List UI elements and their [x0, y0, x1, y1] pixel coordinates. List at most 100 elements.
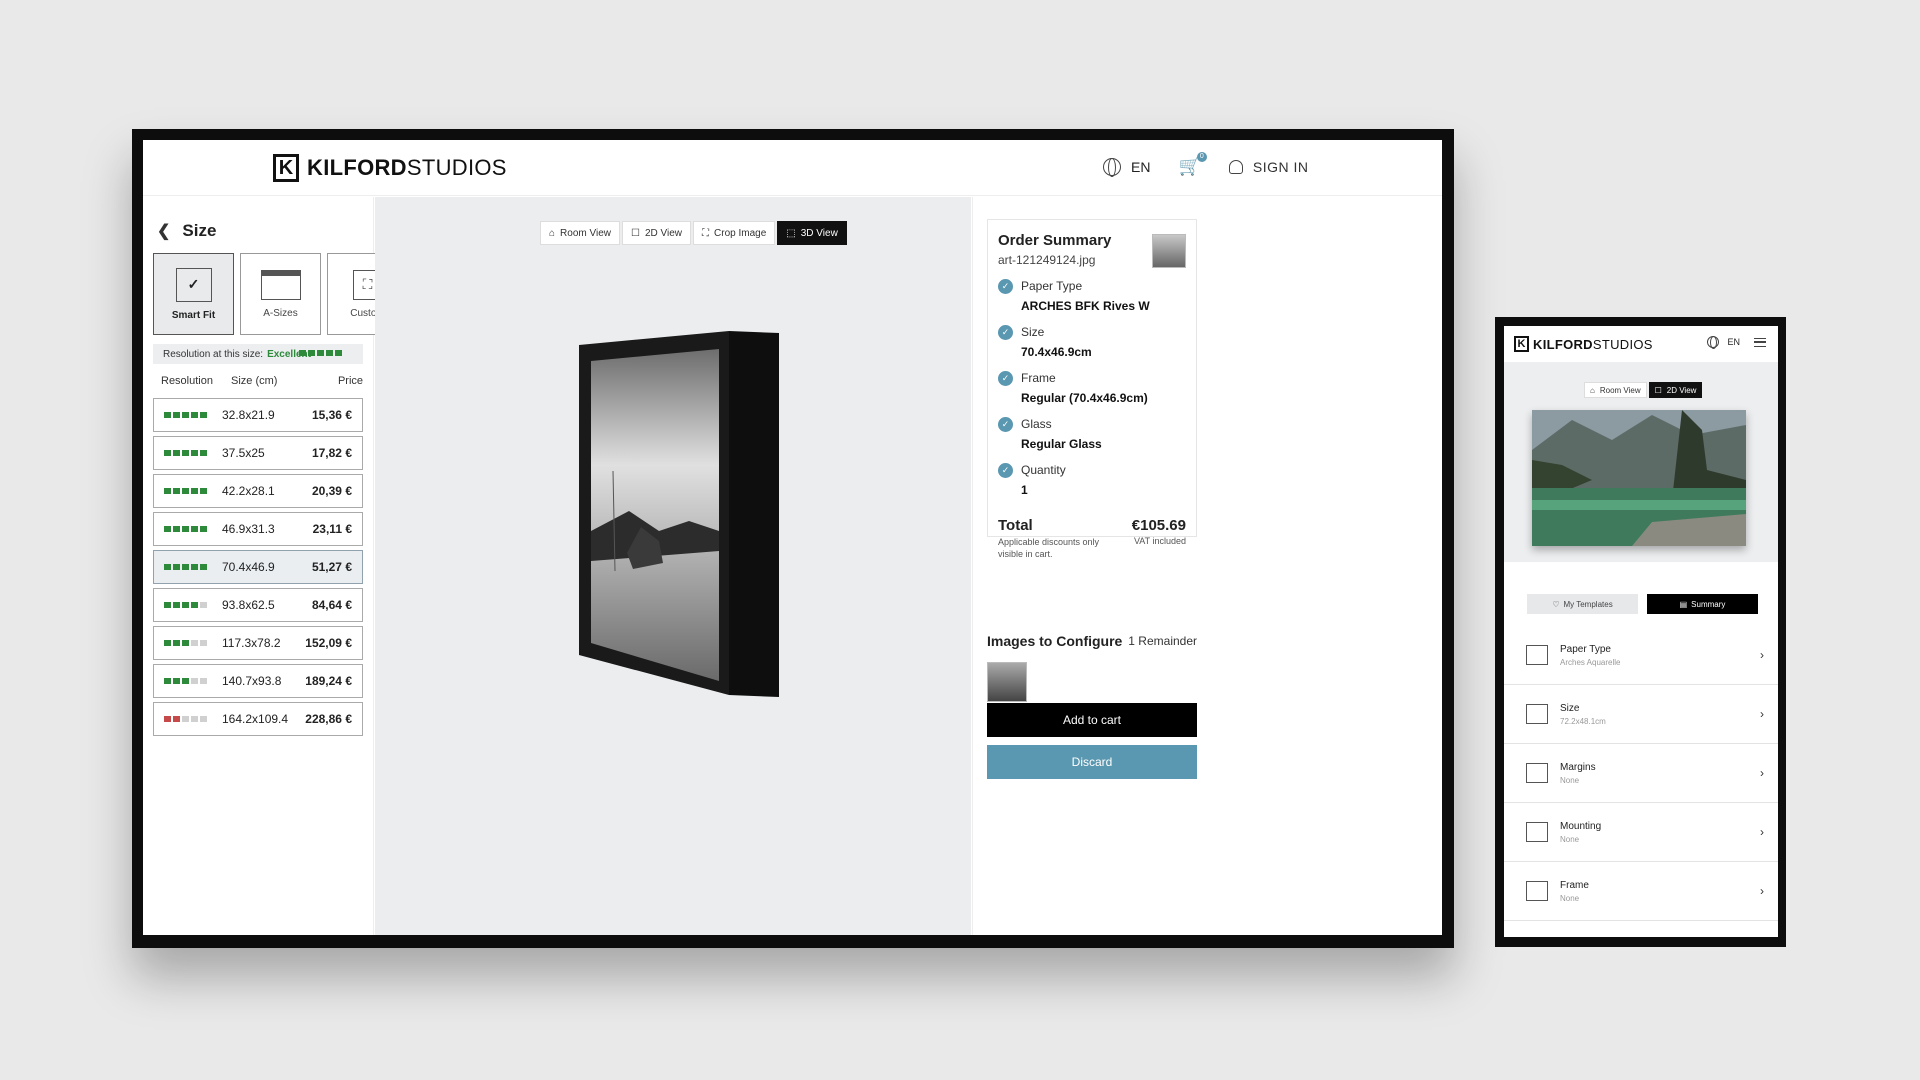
option-icon — [1526, 645, 1548, 665]
size-row[interactable]: 46.9x31.3 23,11 € — [153, 512, 363, 546]
discard-button[interactable]: Discard — [987, 745, 1197, 779]
row-size: 140.7x93.8 — [222, 674, 282, 688]
mode-label: Smart Fit — [171, 309, 216, 321]
size-row[interactable]: 93.8x62.5 84,64 € — [153, 588, 363, 622]
quality-bars — [164, 564, 218, 570]
option-subtitle: Arches Aquarelle — [1560, 657, 1621, 667]
row-price: 84,64 € — [311, 598, 352, 612]
globe-icon[interactable] — [1707, 336, 1720, 349]
row-size: 117.3x78.2 — [222, 636, 281, 650]
row-price: 152,09 € — [305, 636, 352, 650]
tab-room-view[interactable]: ⌂ Room View — [540, 221, 620, 245]
item-label: Glass — [1021, 417, 1052, 431]
total-row: Total €105.69 — [998, 517, 1186, 534]
mode-smart-fit[interactable]: ✓ Smart Fit — [153, 253, 234, 335]
summary-item: ✓ Quantity 1 — [998, 463, 1186, 497]
vat-note: VAT included — [1133, 536, 1186, 546]
view-tabs: ⌂ Room View ☐ 2D View ⛶ Crop Image ⬚ 3D View — [540, 221, 849, 245]
logo-text: KILFORDSTUDIOS — [1533, 336, 1653, 352]
item-label: Paper Type — [1021, 279, 1083, 293]
chevron-right-icon: › — [1760, 884, 1764, 898]
row-size: 42.2x28.1 — [222, 484, 275, 498]
header: K KILFORDSTUDIOS EN 🛒 0 SIGN IN — [143, 140, 1442, 196]
option-title: Size — [1560, 702, 1580, 714]
option-icon — [1526, 822, 1548, 842]
tab-label: Crop Image — [714, 227, 767, 239]
mobile-logo[interactable]: K KILFORDSTUDIOS — [1514, 336, 1653, 352]
option-mounting[interactable]: Mounting None › — [1504, 803, 1778, 862]
tab-crop-image[interactable]: ⛶ Crop Image — [693, 221, 776, 245]
size-row[interactable]: 42.2x28.1 20,39 € — [153, 474, 363, 508]
mobile-header-actions: EN — [1707, 336, 1766, 349]
size-row[interactable]: 117.3x78.2 152,09 € — [153, 626, 363, 660]
check-icon: ✓ — [998, 371, 1013, 386]
size-row[interactable]: 164.2x109.4 228,86 € — [153, 702, 363, 736]
add-to-cart-button[interactable]: Add to cart — [987, 703, 1197, 737]
summary-button[interactable]: ▤ Summary — [1647, 594, 1758, 614]
logo-text: KILFORDSTUDIOS — [307, 155, 507, 180]
total-value: €105.69 — [1131, 517, 1186, 534]
option-paper-type[interactable]: Paper Type Arches Aquarelle › — [1504, 626, 1778, 685]
globe-icon[interactable] — [1103, 157, 1121, 177]
order-summary: Order Summary art-121249124.jpg ✓ Paper T… — [987, 219, 1197, 559]
menu-icon[interactable] — [1754, 337, 1766, 347]
lake-photo-image — [1532, 410, 1746, 546]
size-header: ❮ Size — [157, 221, 216, 241]
language-selector[interactable]: EN — [1727, 337, 1740, 347]
option-icon — [1526, 881, 1548, 901]
option-size[interactable]: Size 72.2x48.1cm › — [1504, 685, 1778, 744]
framed-photo-image — [579, 331, 779, 697]
check-icon: ✓ — [998, 279, 1013, 294]
row-price: 15,36 € — [311, 408, 352, 422]
row-size: 70.4x46.9 — [222, 560, 275, 574]
mobile-screen: K KILFORDSTUDIOS EN ⌂ Room View ☐ 2D View … — [1504, 326, 1778, 937]
tab-room-view[interactable]: ⌂ Room View — [1584, 382, 1647, 398]
size-row[interactable]: 37.5x25 17,82 € — [153, 436, 363, 470]
option-title: Mounting — [1560, 820, 1602, 832]
remainder-count: 1 Remainder — [1128, 634, 1197, 648]
tab-3d-view[interactable]: ⬚ 3D View — [777, 221, 847, 245]
image-thumbnail[interactable] — [987, 662, 1027, 702]
resolution-label: Resolution at this size: — [163, 348, 264, 360]
summary-items: ✓ Paper Type ARCHES BFK Rives W ✓ Size 70.4x4… — [998, 279, 1186, 497]
option-frame[interactable]: Frame None › — [1504, 862, 1778, 921]
tab-2d-view[interactable]: ☐ 2D View — [1648, 382, 1703, 398]
desktop-mockup: K KILFORDSTUDIOS EN 🛒 0 SIGN IN ❮ Size ✓ S… — [132, 129, 1454, 948]
size-mode-selector: ✓ Smart Fit A-Sizes ⛶ Custom — [153, 253, 408, 335]
signin-link[interactable]: SIGN IN — [1253, 159, 1309, 175]
order-panel: Order Summary art-121249124.jpg ✓ Paper T… — [972, 197, 1442, 935]
user-icon[interactable] — [1228, 159, 1243, 174]
summary-item: ✓ Frame Regular (70.4x46.9cm) — [998, 371, 1186, 405]
summary-item: ✓ Size 70.4x46.9cm — [998, 325, 1186, 359]
brand-logo[interactable]: K KILFORDSTUDIOS — [273, 154, 507, 182]
resolution-bars — [299, 350, 353, 356]
mode-a-sizes[interactable]: A-Sizes — [240, 253, 321, 335]
check-icon: ✓ — [998, 463, 1013, 478]
row-price: 189,24 € — [305, 674, 352, 688]
language-selector[interactable]: EN — [1131, 159, 1150, 175]
row-price: 20,39 € — [311, 484, 352, 498]
chevron-right-icon: › — [1760, 825, 1764, 839]
cart-icon[interactable]: 🛒 0 — [1178, 152, 1207, 177]
tab-2d-view[interactable]: ☐ 2D View — [622, 221, 692, 245]
option-margins[interactable]: Margins None › — [1504, 744, 1778, 803]
size-row[interactable]: 140.7x93.8 189,24 € — [153, 664, 363, 698]
tab-label: 2D View — [1666, 385, 1697, 395]
size-row[interactable]: 70.4x46.9 51,27 € — [153, 550, 363, 584]
chevron-right-icon: › — [1760, 707, 1764, 721]
cube-icon: ⬚ — [786, 227, 796, 239]
size-row[interactable]: 32.8x21.9 15,36 € — [153, 398, 363, 432]
back-chevron-icon[interactable]: ❮ — [157, 221, 170, 241]
logo-mark: K — [1514, 336, 1529, 352]
total-label: Total — [998, 517, 1033, 534]
header-actions: EN 🛒 0 SIGN IN — [1103, 152, 1309, 177]
option-title: Margins — [1560, 761, 1596, 773]
mobile-mockup: K KILFORDSTUDIOS EN ⌂ Room View ☐ 2D View … — [1495, 317, 1786, 947]
my-templates-button[interactable]: ♡ My Templates — [1527, 594, 1638, 614]
framed-artwork-3d — [579, 331, 779, 699]
total-notes: Applicable discounts only visible in car… — [998, 536, 1186, 560]
images-to-configure: Images to Configure 1 Remainder — [987, 633, 1197, 649]
row-size: 164.2x109.4 — [222, 712, 289, 726]
home-icon: ⌂ — [1590, 385, 1595, 395]
check-icon: ✓ — [175, 267, 212, 302]
